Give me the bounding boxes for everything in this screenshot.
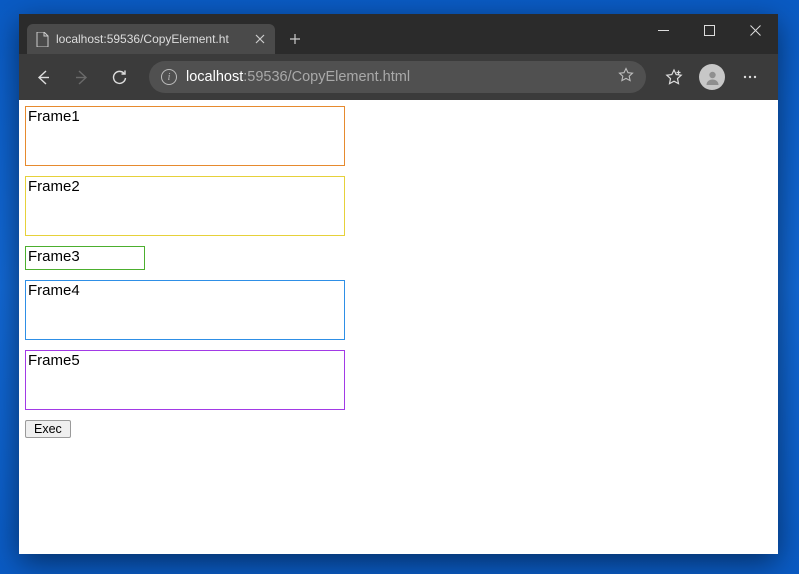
favorites-button[interactable]	[656, 59, 692, 95]
profile-button[interactable]	[694, 59, 730, 95]
back-button[interactable]	[25, 59, 61, 95]
favorite-button[interactable]	[618, 67, 634, 88]
menu-button[interactable]	[732, 59, 768, 95]
window-maximize-button[interactable]	[686, 14, 732, 46]
frame-5: Frame5	[25, 350, 345, 410]
window-controls	[640, 14, 778, 46]
frame-label: Frame5	[28, 352, 80, 369]
address-bar[interactable]: i localhost:59536/CopyElement.html	[149, 61, 646, 93]
site-info-icon[interactable]: i	[161, 69, 177, 85]
toolbar: i localhost:59536/CopyElement.html	[19, 54, 778, 100]
page-content: Frame1 Frame2 Frame3 Frame4 Frame5 Exec	[19, 100, 778, 554]
browser-window: localhost:59536/CopyElement.ht	[19, 14, 778, 554]
frame-2: Frame2	[25, 176, 345, 236]
refresh-button[interactable]	[101, 59, 137, 95]
frame-label: Frame4	[28, 282, 80, 299]
forward-button[interactable]	[63, 59, 99, 95]
titlebar: localhost:59536/CopyElement.ht	[19, 14, 778, 54]
frame-3: Frame3	[25, 246, 145, 270]
avatar-icon	[699, 64, 725, 90]
tab-close-button[interactable]	[253, 32, 267, 46]
frame-label: Frame3	[28, 248, 80, 265]
new-tab-button[interactable]	[281, 25, 309, 53]
toolbar-right	[656, 59, 772, 95]
window-close-button[interactable]	[732, 14, 778, 46]
tab-title: localhost:59536/CopyElement.ht	[56, 32, 246, 46]
frame-label: Frame1	[28, 108, 80, 125]
frame-1: Frame1	[25, 106, 345, 166]
frame-label: Frame2	[28, 178, 80, 195]
page-icon	[35, 32, 49, 46]
browser-tab[interactable]: localhost:59536/CopyElement.ht	[27, 24, 275, 54]
url-path: :59536/CopyElement.html	[243, 69, 410, 85]
exec-button[interactable]: Exec	[25, 420, 71, 438]
url-text: localhost:59536/CopyElement.html	[186, 69, 609, 85]
window-minimize-button[interactable]	[640, 14, 686, 46]
url-host: localhost	[186, 69, 243, 85]
frame-4: Frame4	[25, 280, 345, 340]
